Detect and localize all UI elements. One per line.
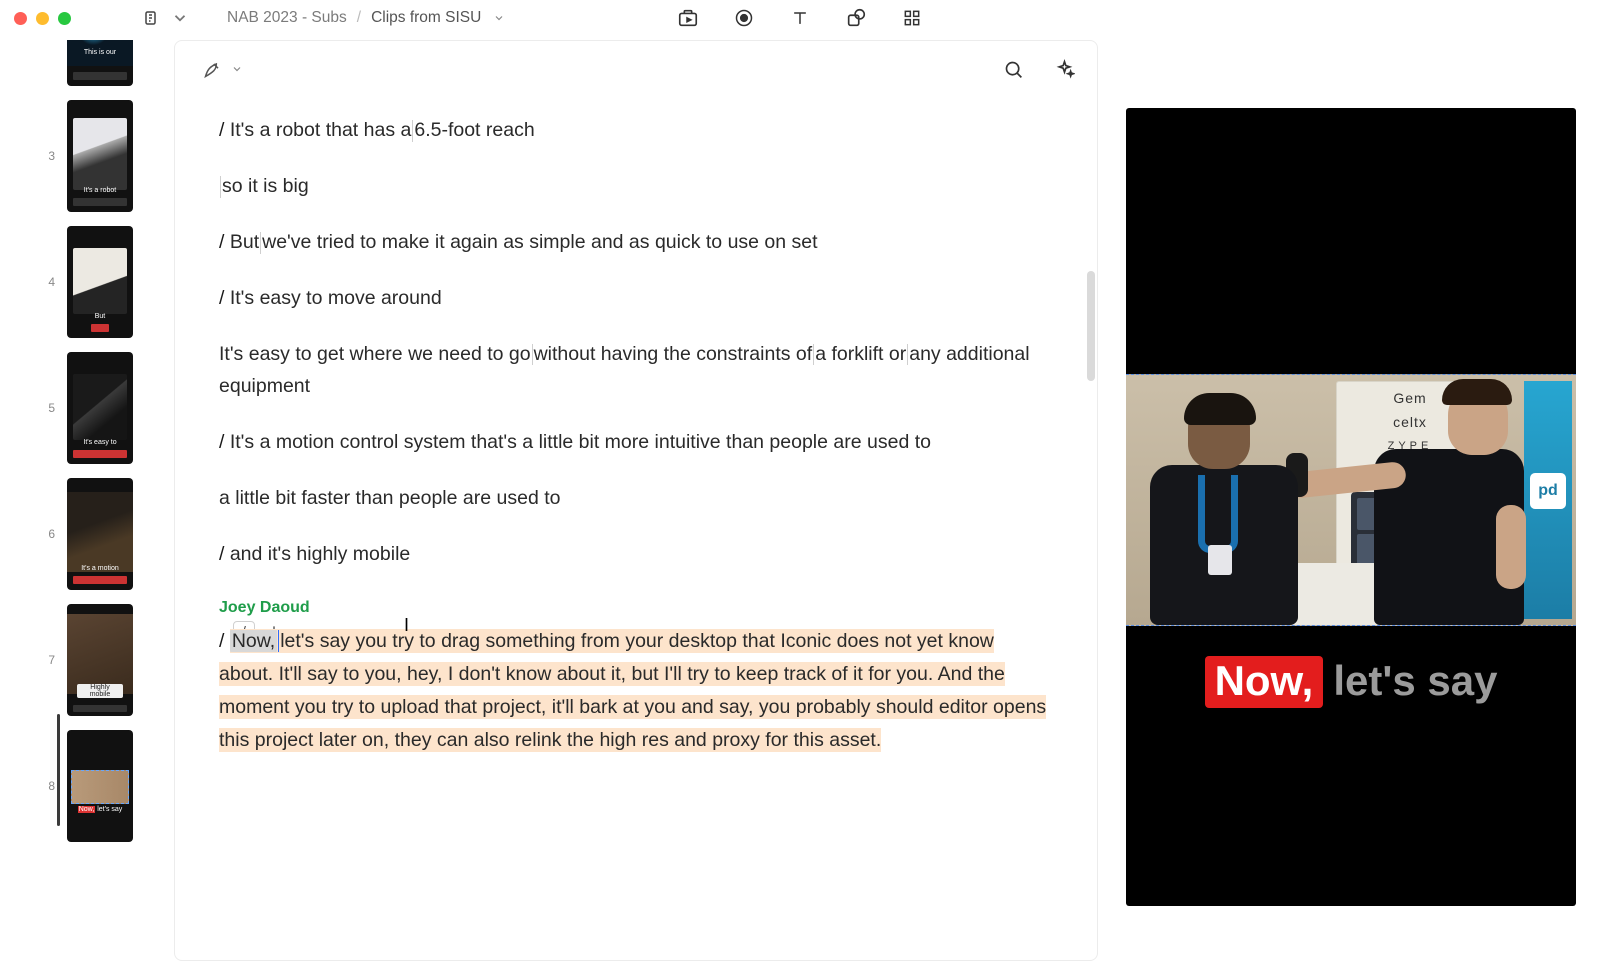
person-interviewer [1350, 375, 1524, 625]
clip-caption: But [77, 313, 123, 320]
person-interviewee [1132, 389, 1308, 625]
transcript-line[interactable]: It's easy to get where we need to gowith… [219, 339, 1053, 403]
clip-thumb-7-active[interactable]: 8 Now, let's say [37, 730, 133, 842]
chevron-down-icon [231, 63, 243, 75]
transcript-line[interactable]: / It's easy to move around [219, 283, 1053, 315]
grid-button[interactable] [901, 7, 923, 29]
clip-index: 3 [37, 149, 55, 163]
breadcrumb-page[interactable]: Clips from SISU [371, 9, 481, 27]
breadcrumb: NAB 2023 - Subs / Clips from SISU [227, 9, 505, 27]
caption-rest: let's say [1333, 657, 1497, 705]
clip-thumb-6[interactable]: 7 Highly mobile [37, 604, 133, 716]
transcript-line[interactable]: so it is big [219, 171, 1053, 203]
text-tool-button[interactable] [789, 7, 811, 29]
media-button[interactable] [677, 7, 699, 29]
editor-toolbar [175, 41, 1097, 97]
chevron-down-icon [171, 9, 189, 27]
chevron-down-icon[interactable] [493, 12, 505, 24]
video-preview[interactable]: Gem celtx ZYPE WILDMOKA pd Now, let's sa… [1126, 108, 1576, 906]
active-text: let's say you try to drag something from… [219, 630, 1046, 751]
transcript-line[interactable]: / It's a robot that has a6.5-foot reach [219, 115, 1053, 147]
transcript-editor: / It's a robot that has a6.5-foot reach … [174, 40, 1098, 961]
clip-thumb-5[interactable]: 6 It's a motion [37, 478, 133, 590]
video-frame: Gem celtx ZYPE WILDMOKA pd [1126, 374, 1576, 626]
minimize-window-button[interactable] [36, 12, 49, 25]
transcript-line[interactable]: / It's a motion control system that's a … [219, 427, 1053, 459]
maximize-window-button[interactable] [58, 12, 71, 25]
search-button[interactable] [1003, 59, 1024, 80]
caption-highlight: Now, [1205, 656, 1324, 708]
ai-sparkle-button[interactable] [1054, 59, 1075, 80]
clip-thumb-2[interactable]: 3 It's a robot [37, 100, 133, 212]
toolbar [677, 7, 923, 29]
scrollbar-indicator[interactable] [1087, 271, 1095, 381]
clip-caption: It's a robot [77, 187, 123, 194]
clip-caption-hl: Now, [78, 806, 96, 813]
clip-caption: Highly mobile [77, 684, 123, 698]
sparkle-icon [1054, 59, 1075, 80]
record-button[interactable] [733, 7, 755, 29]
video-caption: Now, let's say [1126, 656, 1576, 708]
clip-index: 4 [37, 275, 55, 289]
titlebar: NAB 2023 - Subs / Clips from SISU [0, 0, 1600, 36]
transcript-line-active[interactable]: / Now,let's say you try to drag somethin… [219, 625, 1053, 757]
background-banner: pd [1524, 381, 1572, 619]
clip-thumb-1[interactable]: This is our [37, 40, 133, 86]
clip-thumb-4[interactable]: 5 It's easy to [37, 352, 133, 464]
breadcrumb-separator: / [357, 9, 361, 27]
clip-caption: This is our [77, 49, 123, 56]
ibeam-cursor: I [404, 611, 409, 641]
clip-caption-rest: let's say [97, 806, 122, 813]
clip-index: 5 [37, 401, 55, 415]
write-mode-button[interactable] [203, 59, 243, 79]
clip-caption: It's easy to [77, 439, 123, 446]
transcript-line[interactable]: a little bit faster than people are used… [219, 483, 1053, 515]
breadcrumb-project[interactable]: NAB 2023 - Subs [227, 9, 347, 27]
clip-index: 7 [37, 653, 55, 667]
shapes-button[interactable] [845, 7, 867, 29]
app-menu-button[interactable] [143, 9, 189, 27]
pen-icon [203, 59, 223, 79]
active-clip-indicator [57, 714, 60, 826]
transcript-body[interactable]: / It's a robot that has a6.5-foot reach … [175, 97, 1097, 797]
transcript-line[interactable]: / Butwe've tried to make it again as sim… [219, 227, 1053, 259]
window-controls [14, 12, 71, 25]
brand-logo: pd [1530, 473, 1566, 509]
search-icon [1003, 59, 1024, 80]
clip-caption: It's a motion [77, 565, 123, 572]
clip-thumb-3[interactable]: 4 But [37, 226, 133, 338]
transcript-line[interactable]: / and it's highly mobile [219, 539, 1053, 571]
current-word: Now, [230, 630, 277, 652]
close-window-button[interactable] [14, 12, 27, 25]
clip-index: 8 [37, 779, 55, 793]
clip-index: 6 [37, 527, 55, 541]
speaker-label[interactable]: Joey Daoud [219, 595, 1053, 621]
clip-sidebar: This is our 3 It's a robot 4 But 5 It's … [0, 36, 170, 971]
